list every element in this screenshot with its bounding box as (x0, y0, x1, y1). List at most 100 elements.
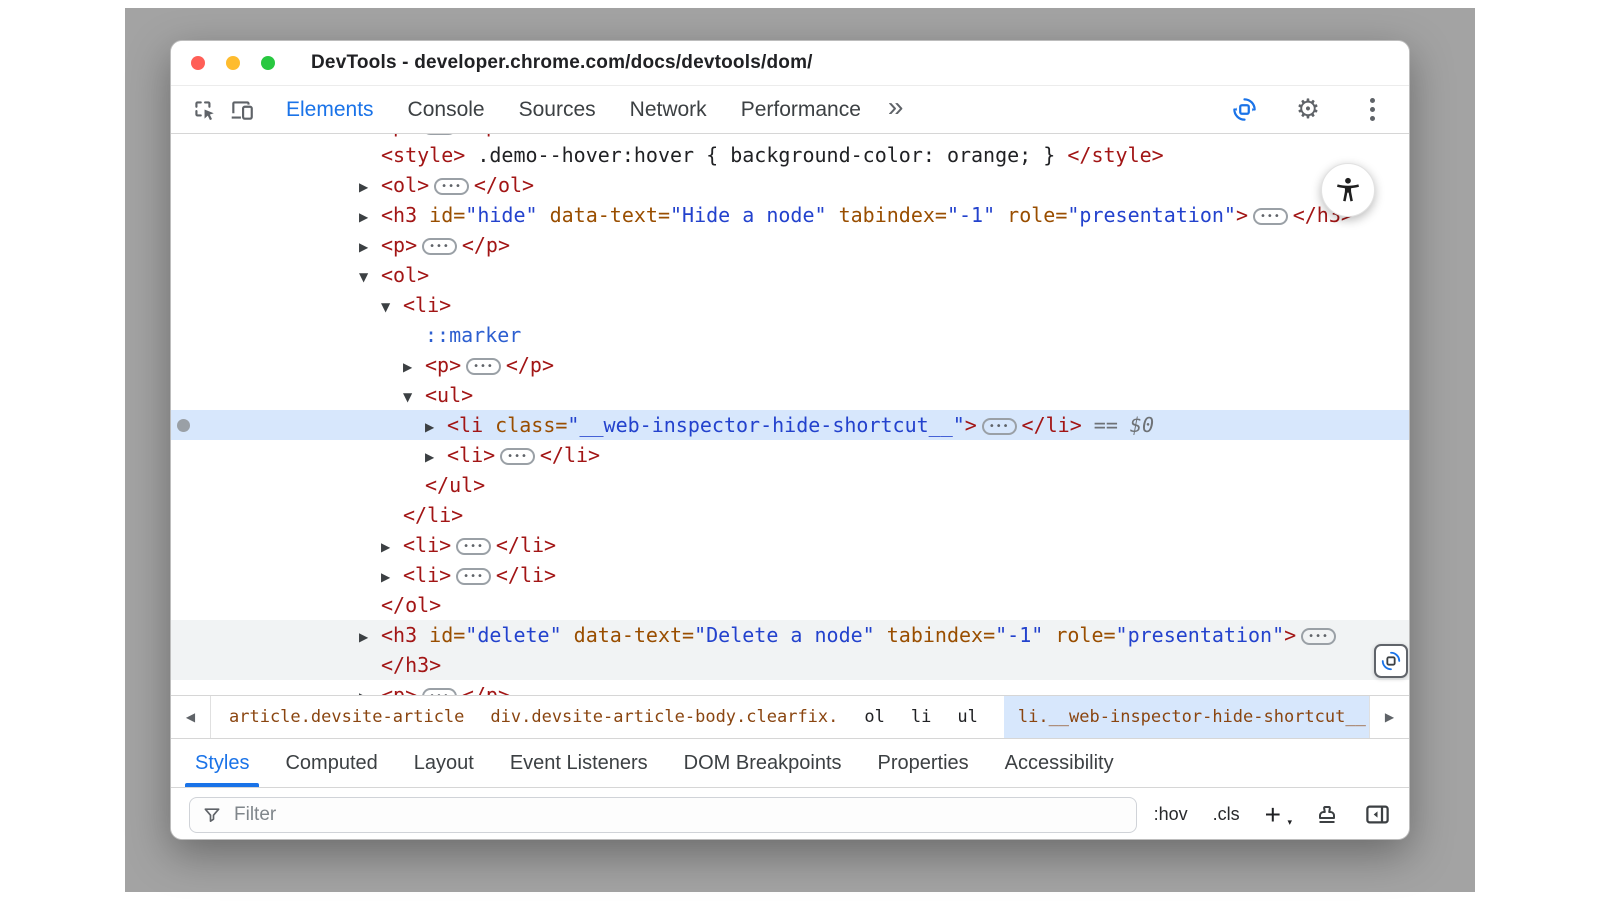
token-tag: </p> (462, 683, 510, 695)
minimize-button[interactable] (226, 56, 240, 70)
settings-button[interactable]: ⚙ (1289, 91, 1327, 129)
refresh-frame-button[interactable] (1225, 91, 1263, 129)
token-val: "presentation" (1067, 203, 1236, 227)
tree-row[interactable]: </ul> (171, 470, 1409, 500)
expand-children-button[interactable]: ••• (1253, 208, 1288, 225)
tree-row[interactable]: ▶<li class="__web-inspector-hide-shortcu… (171, 410, 1409, 440)
disclosure-expanded-icon[interactable]: ▼ (381, 292, 403, 322)
sidebar-tab-dom-breakpoints[interactable]: DOM Breakpoints (666, 739, 860, 787)
disclosure-collapsed-icon[interactable]: ▶ (359, 172, 381, 202)
toggle-element-state-button[interactable]: :hov (1154, 804, 1188, 825)
tree-row[interactable]: ▶<p>•••</p> (171, 350, 1409, 380)
plus-icon: + (1265, 799, 1281, 830)
breadcrumb-item[interactable]: article.devsite-article (229, 696, 464, 738)
menu-button[interactable] (1353, 91, 1391, 129)
tree-row[interactable]: ::marker (171, 320, 1409, 350)
sidebar-tabs: StylesComputedLayoutEvent ListenersDOM B… (171, 739, 1409, 788)
sidebar-tab-computed[interactable]: Computed (267, 739, 395, 787)
expand-children-button[interactable]: ••• (500, 448, 535, 465)
toggle-sidebar-button[interactable] (1364, 801, 1391, 828)
token-flag: == (1082, 413, 1130, 437)
sidebar-tab-accessibility[interactable]: Accessibility (987, 739, 1132, 787)
breadcrumb-back-button[interactable]: ◀ (171, 696, 211, 738)
tree-row[interactable]: </h3> (171, 650, 1409, 680)
device-toolbar-icon (229, 97, 255, 123)
expand-children-button[interactable]: ••• (422, 688, 457, 695)
sidebar-tab-styles[interactable]: Styles (177, 739, 267, 787)
zoom-button[interactable] (261, 56, 275, 70)
tree-row[interactable]: <style> .demo--hover:hover { background-… (171, 140, 1409, 170)
tree-row[interactable]: ▶<p>•••</p> (171, 680, 1409, 695)
tree-row[interactable]: ▶<li>•••</li> (171, 530, 1409, 560)
breadcrumb-forward-button[interactable]: ▶ (1369, 696, 1409, 738)
token-tag: </li> (496, 563, 556, 587)
breadcrumb-item[interactable]: li.__web-inspector-hide-shortcut__ (1004, 696, 1369, 738)
disclosure-expanded-icon[interactable]: ▼ (403, 382, 425, 412)
expand-children-button[interactable]: ••• (434, 178, 469, 195)
disclosure-collapsed-icon[interactable]: ▶ (359, 202, 381, 232)
device-toolbar-button[interactable] (223, 91, 261, 129)
accessibility-overlay-button[interactable] (1321, 163, 1375, 217)
close-button[interactable] (191, 56, 205, 70)
more-tabs-button[interactable]: » (878, 91, 914, 123)
disclosure-collapsed-icon[interactable]: ▶ (359, 232, 381, 262)
tree-row[interactable]: ▶<ol>•••</ol> (171, 170, 1409, 200)
breadcrumb-item[interactable]: ol (864, 696, 884, 738)
sidebar-tab-layout[interactable]: Layout (396, 739, 492, 787)
disclosure-collapsed-icon[interactable]: ▶ (359, 622, 381, 652)
breadcrumb-item[interactable]: div.devsite-article-body.clearfix. (490, 696, 838, 738)
tree-row[interactable]: ▶<h3 id="hide" data-text="Hide a node" t… (171, 200, 1409, 230)
expand-children-button[interactable]: ••• (456, 568, 491, 585)
token-val: "hide" (465, 203, 537, 227)
tree-row[interactable]: ▼<li> (171, 290, 1409, 320)
rendering-stamp-button[interactable] (1315, 803, 1339, 827)
tab-elements[interactable]: Elements (269, 86, 391, 133)
expand-children-button[interactable]: ••• (456, 538, 491, 555)
tree-row[interactable]: ▼<ul> (171, 380, 1409, 410)
tab-network[interactable]: Network (613, 86, 724, 133)
disclosure-collapsed-icon[interactable]: ▶ (381, 532, 403, 562)
tab-sources[interactable]: Sources (502, 86, 613, 133)
token-tag: </h3> (381, 653, 441, 677)
tab-console[interactable]: Console (391, 86, 502, 133)
token-attr: id= (417, 623, 465, 647)
tree-row[interactable]: </ol> (171, 590, 1409, 620)
tree-row[interactable]: ▶<li>•••</li> (171, 560, 1409, 590)
breadcrumb: ◀ article.devsite-article div.devsite-art… (171, 695, 1409, 739)
expand-children-button[interactable]: ••• (466, 358, 501, 375)
tree-row[interactable]: ▶<h3 id="delete" data-text="Delete a nod… (171, 620, 1409, 650)
expand-children-button[interactable]: ••• (1301, 628, 1336, 645)
sidebar-tab-properties[interactable]: Properties (860, 739, 987, 787)
breadcrumb-item[interactable]: ul (957, 696, 977, 738)
tree-row[interactable]: ▼<ol> (171, 260, 1409, 290)
tree-row[interactable]: </li> (171, 500, 1409, 530)
disclosure-collapsed-icon[interactable]: ▶ (359, 682, 381, 695)
expand-children-button[interactable]: ••• (982, 418, 1017, 435)
filter-funnel-icon (202, 805, 222, 825)
tree-row[interactable]: ▶<p>•••</p> (171, 230, 1409, 260)
inspect-element-button[interactable] (185, 91, 223, 129)
breadcrumb-items: article.devsite-article div.devsite-artic… (211, 696, 1369, 738)
disclosure-collapsed-icon[interactable]: ▶ (381, 562, 403, 592)
element-classes-button[interactable]: .cls (1213, 804, 1240, 825)
disclosure-collapsed-icon[interactable]: ▶ (403, 352, 425, 382)
disclosure-collapsed-icon[interactable]: ▶ (425, 412, 447, 442)
expand-children-button[interactable]: ••• (422, 134, 457, 135)
tab-performance[interactable]: Performance (724, 86, 878, 133)
disclosure-expanded-icon[interactable]: ▼ (359, 262, 381, 292)
sidebar-tab-event-listeners[interactable]: Event Listeners (492, 739, 666, 787)
token-tag: </p> (506, 353, 554, 377)
disclosure-collapsed-icon[interactable]: ▶ (425, 442, 447, 472)
new-style-rule-button[interactable]: +▾ (1265, 801, 1290, 829)
token-attr: tabindex= (875, 623, 995, 647)
token-flagvar: $0 (1130, 413, 1154, 437)
token-txt: .demo--hover:hover { background-color: o… (465, 143, 1067, 167)
expand-children-button[interactable]: ••• (422, 238, 457, 255)
styles-filter-input[interactable] (232, 803, 1124, 827)
breadcrumb-item[interactable]: li (911, 696, 931, 738)
token-tag: <p> (381, 233, 417, 257)
styles-filter-field[interactable] (189, 797, 1137, 833)
kebab-menu-icon (1370, 98, 1375, 121)
element-badge-button[interactable] (1374, 644, 1408, 678)
tree-row[interactable]: ▶<li>•••</li> (171, 440, 1409, 470)
